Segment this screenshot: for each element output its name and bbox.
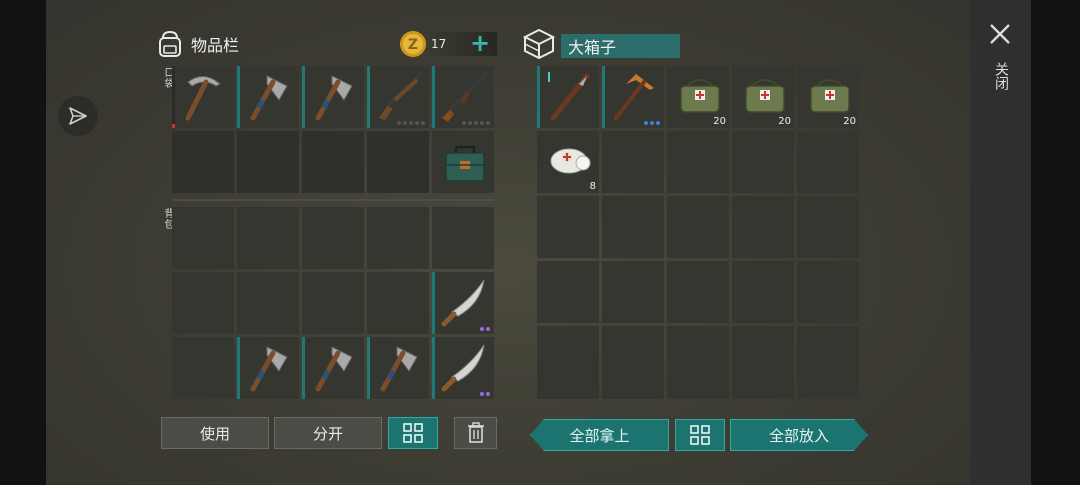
put-all-button[interactable]: 全部放入 [730, 419, 868, 451]
container-grid-overflow [537, 387, 862, 399]
container-slot[interactable] [537, 326, 599, 388]
send-button[interactable] [58, 96, 98, 136]
inventory-header: 物品栏 [155, 29, 239, 59]
inventory-slot[interactable] [172, 66, 234, 128]
inventory-slot[interactable] [432, 131, 494, 193]
crate-icon [522, 28, 556, 60]
coin-icon: Z [400, 31, 426, 57]
item-count: 8 [589, 181, 596, 192]
svg-text:Z: Z [408, 37, 418, 53]
close-icon[interactable] [988, 22, 1012, 46]
inventory-slot[interactable] [367, 66, 429, 128]
delete-button[interactable] [454, 417, 497, 449]
use-button[interactable]: 使用 [161, 417, 269, 449]
inventory-slot[interactable] [237, 66, 299, 128]
container-slot[interactable] [732, 131, 794, 193]
pocket-grid [172, 66, 494, 193]
inventory-slot[interactable] [172, 337, 234, 399]
container-slot[interactable] [537, 261, 599, 323]
inventory-slot[interactable] [237, 272, 299, 334]
container-slot[interactable] [732, 326, 794, 388]
container-slot[interactable] [602, 131, 664, 193]
container-slot[interactable] [797, 196, 859, 258]
machete-icon [441, 344, 485, 392]
item-count: 20 [713, 116, 726, 127]
take-all-button[interactable]: 全部拿上 [530, 419, 669, 451]
add-coins-button[interactable]: + [470, 30, 490, 56]
container-grid: 20 20 20 8 [537, 66, 859, 388]
hatchet-icon [250, 346, 288, 392]
container-slot[interactable]: 8 [537, 131, 599, 193]
inventory-slot[interactable] [432, 337, 494, 399]
screen-edge [1031, 0, 1080, 485]
container-slot[interactable] [797, 326, 859, 388]
inventory-slot[interactable] [302, 337, 364, 399]
grid-sort-icon [690, 425, 710, 445]
inventory-slot[interactable] [172, 207, 234, 269]
backpack-grid [172, 207, 494, 399]
hatchet-icon [315, 346, 353, 392]
container-slot[interactable] [667, 196, 729, 258]
container-slot[interactable] [667, 131, 729, 193]
container-slot[interactable] [602, 66, 664, 128]
hatchet-icon [250, 75, 288, 121]
inventory-slot[interactable] [432, 207, 494, 269]
bandage-icon [550, 148, 591, 174]
inventory-slot[interactable] [237, 131, 299, 193]
inventory-slot[interactable] [237, 337, 299, 399]
machete-icon [441, 279, 485, 327]
toolbox-icon [445, 145, 485, 182]
container-slot[interactable]: 20 [797, 66, 859, 128]
container-slot[interactable] [602, 196, 664, 258]
container-slot[interactable] [797, 131, 859, 193]
hatchet-icon [315, 75, 353, 121]
close-label[interactable]: 关闭 [991, 62, 1011, 90]
container-slot[interactable] [667, 326, 729, 388]
sort-inventory-button[interactable] [388, 417, 438, 449]
container-slot[interactable]: 20 [667, 66, 729, 128]
paper-plane-icon [69, 107, 87, 125]
trash-icon [467, 422, 484, 443]
inventory-slot[interactable] [432, 66, 494, 128]
container-slot[interactable] [537, 66, 599, 128]
inventory-slot[interactable] [367, 207, 429, 269]
container-slot[interactable] [732, 196, 794, 258]
inventory-slot[interactable] [237, 207, 299, 269]
backpack-icon [159, 30, 181, 57]
inventory-slot[interactable] [367, 131, 429, 193]
sort-container-button[interactable] [675, 419, 725, 451]
inventory-slot[interactable] [367, 337, 429, 399]
shotgun-icon [379, 72, 423, 120]
container-slot[interactable] [602, 326, 664, 388]
inventory-slot[interactable] [172, 131, 234, 193]
inventory-slot[interactable] [172, 272, 234, 334]
inventory-title: 物品栏 [191, 36, 240, 55]
coin-count: 17 [431, 37, 447, 51]
inventory-slot[interactable] [432, 272, 494, 334]
item-count: 20 [843, 116, 856, 127]
container-slot[interactable]: 20 [732, 66, 794, 128]
item-count: 20 [778, 116, 791, 127]
inventory-slot[interactable] [302, 272, 364, 334]
container-slot[interactable] [537, 196, 599, 258]
inventory-slot[interactable] [302, 66, 364, 128]
grid-sort-icon [403, 423, 423, 443]
split-button[interactable]: 分开 [274, 417, 382, 449]
inventory-slot[interactable] [302, 207, 364, 269]
pocket-backpack-divider [172, 199, 497, 201]
container-slot[interactable] [602, 261, 664, 323]
pickaxe-icon [614, 74, 654, 120]
inventory-slot[interactable] [302, 131, 364, 193]
spear-icon [548, 72, 590, 121]
container-slot[interactable] [732, 261, 794, 323]
assault-rifle-icon [442, 72, 488, 122]
container-slot[interactable] [667, 261, 729, 323]
hatchet-icon [380, 346, 418, 392]
pickaxe-icon [185, 76, 221, 121]
inventory-slot[interactable] [367, 272, 429, 334]
container-title: 大箱子 [561, 34, 680, 58]
container-slot[interactable] [797, 261, 859, 323]
